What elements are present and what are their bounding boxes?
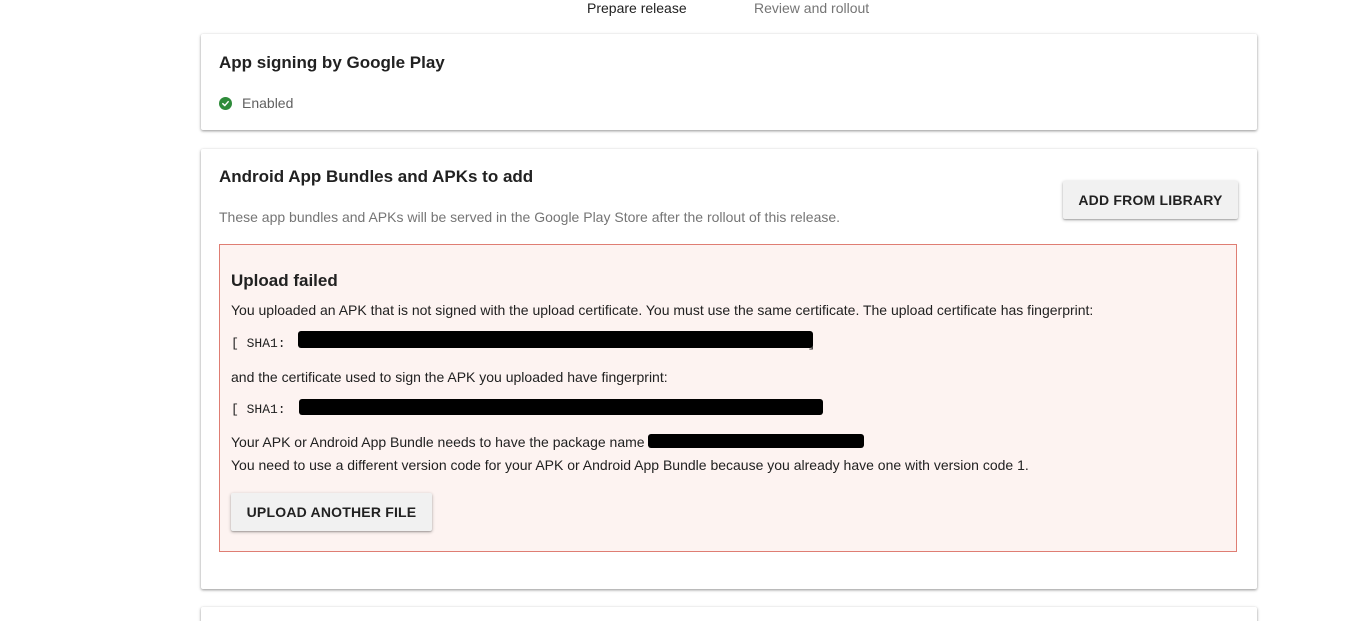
check-circle-icon (219, 96, 232, 110)
error-message-upload-cert: You uploaded an APK that is not signed w… (231, 302, 1094, 318)
app-signing-status-text: Enabled (242, 95, 294, 111)
next-card (201, 607, 1257, 621)
upload-another-file-button[interactable]: UPLOAD ANOTHER FILE (231, 493, 432, 531)
step-review-rollout[interactable]: Review and rollout (754, 0, 869, 16)
error-message-package-name: Your APK or Android App Bundle needs to … (231, 434, 645, 450)
bundles-title: Android App Bundles and APKs to add (219, 167, 534, 186)
redaction-mark (298, 331, 813, 348)
app-signing-card: App signing by Google Play Enabled (201, 34, 1257, 130)
error-message-version-code: You need to use a different version code… (231, 457, 1029, 473)
release-steps: Prepare release Review and rollout (0, 0, 1361, 20)
step-prepare-release[interactable]: Prepare release (587, 0, 687, 16)
app-signing-status: Enabled (219, 95, 293, 111)
sha1-prefix: [ SHA1: (231, 402, 286, 417)
upload-error-box: Upload failed You uploaded an APK that i… (219, 244, 1237, 552)
upload-error-title: Upload failed (231, 271, 338, 290)
app-signing-title: App signing by Google Play (219, 53, 445, 72)
add-from-library-button[interactable]: ADD FROM LIBRARY (1063, 181, 1238, 219)
uploaded-cert-fingerprint: [ SHA1: (231, 402, 286, 417)
release-page: Prepare release Review and rollout App s… (0, 0, 1361, 621)
redaction-mark (299, 399, 823, 415)
error-message-uploaded-cert: and the certificate used to sign the APK… (231, 369, 668, 385)
bundles-description: These app bundles and APKs will be serve… (219, 209, 841, 225)
sha1-prefix: [ SHA1: (231, 336, 286, 351)
redaction-mark (648, 434, 864, 448)
bundles-card: Android App Bundles and APKs to add Thes… (201, 149, 1257, 589)
